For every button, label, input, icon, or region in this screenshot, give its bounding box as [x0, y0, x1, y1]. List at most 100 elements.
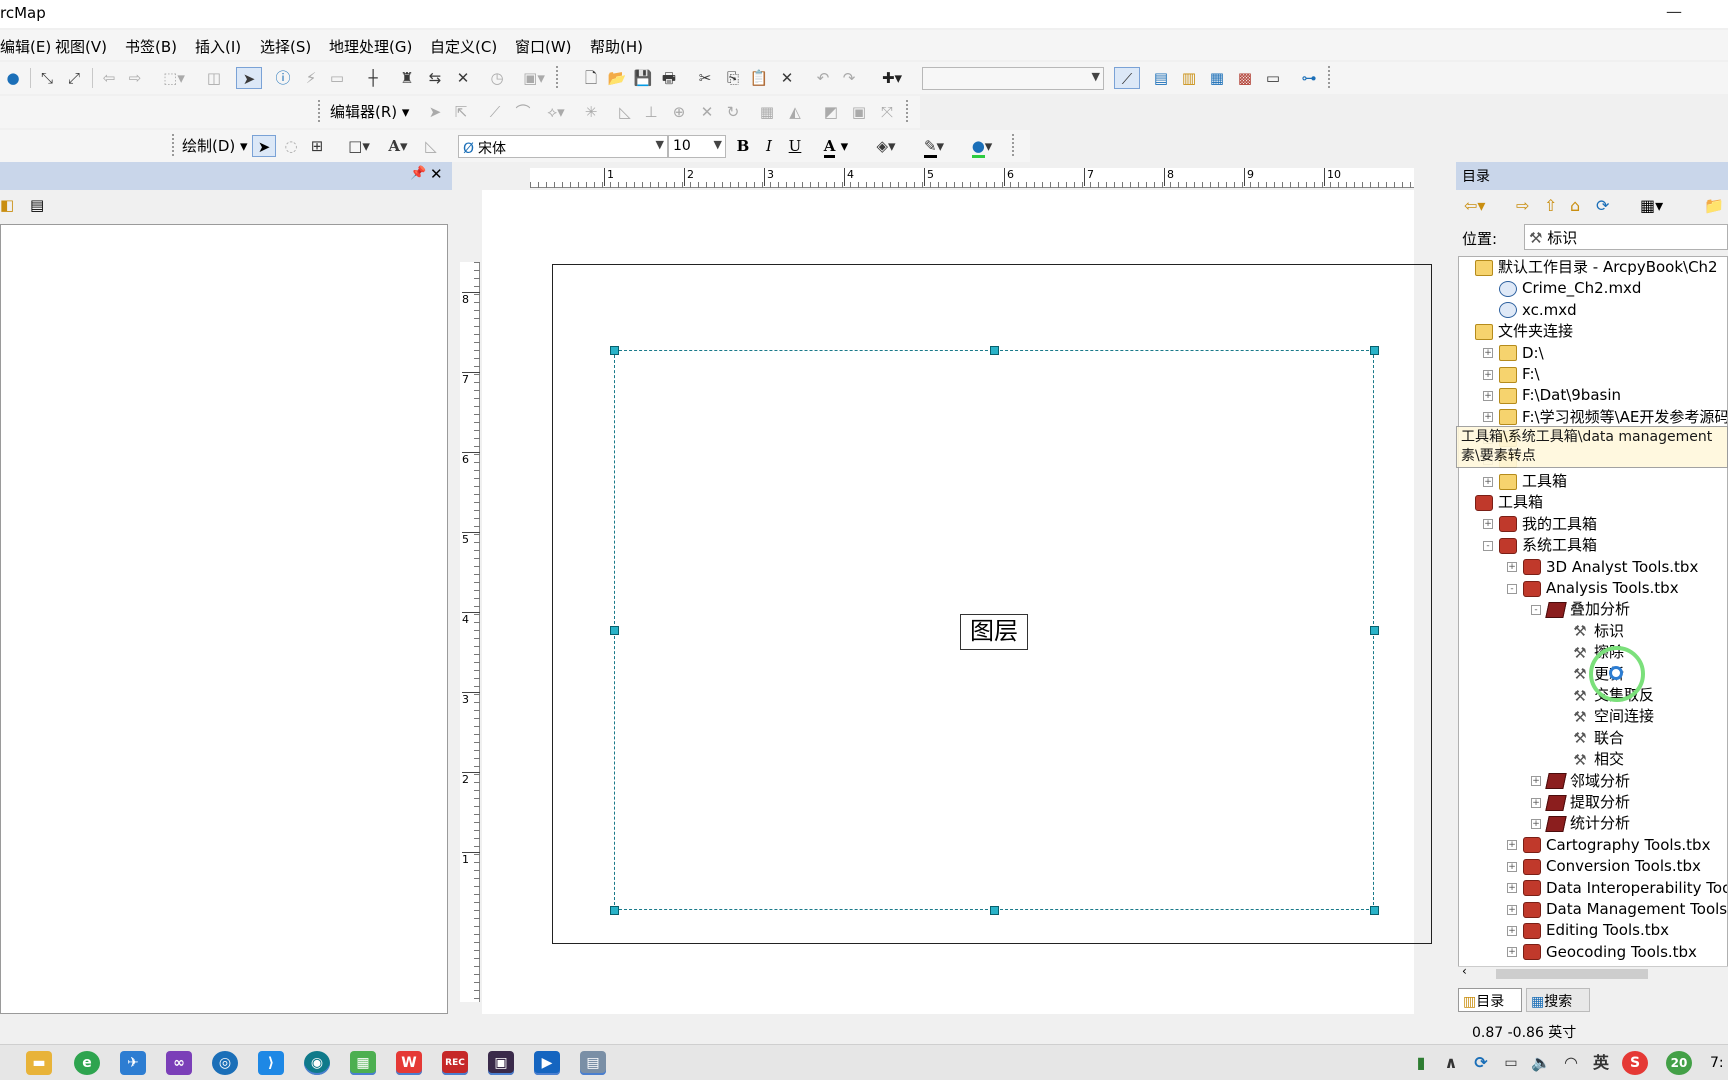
font-size-combo[interactable]: 10 ▼ — [668, 135, 726, 158]
tab-catalog[interactable]: ▥目录 — [1458, 988, 1522, 1012]
text-icon[interactable]: A▾ — [382, 135, 414, 157]
menu-windows[interactable]: 窗口(W) — [515, 36, 572, 57]
model-builder-icon[interactable]: ⊶ — [1298, 67, 1320, 89]
open-icon[interactable]: 📂 — [606, 67, 628, 89]
expand-icon[interactable]: + — [1507, 861, 1517, 872]
time-slider-icon[interactable]: ◷ — [486, 67, 508, 89]
expand-icon[interactable]: + — [1483, 476, 1493, 487]
collapse-icon[interactable]: - — [1507, 583, 1517, 594]
wifi-icon[interactable]: ◠ — [1558, 1051, 1584, 1075]
security-app-icon[interactable]: S — [1622, 1051, 1648, 1075]
tab-search[interactable]: ▦搜索 — [1526, 988, 1590, 1012]
point-icon[interactable]: ✳ — [580, 101, 602, 123]
menu-help[interactable]: 帮助(H) — [590, 36, 643, 57]
catalog-tree-item[interactable]: + 工具箱 — [1483, 471, 1567, 492]
catalog-tree-item[interactable]: 默认工作目录 - ArcpyBook\Ch2 — [1459, 257, 1718, 278]
select-features-icon[interactable]: ⬚▾ — [160, 67, 188, 89]
edit-vertices-icon[interactable]: ◺ — [614, 101, 636, 123]
views-icon[interactable]: ▦▾ — [1640, 196, 1663, 215]
new-document-icon[interactable]: 🗋 — [580, 67, 602, 89]
forward-extent-icon[interactable]: ⇨ — [124, 67, 146, 89]
catalog-tree-item[interactable]: + Data Management Tools.tbx — [1507, 899, 1727, 920]
redo-icon[interactable]: ↷ — [838, 67, 860, 89]
table-of-contents-icon[interactable]: ▤ — [1150, 67, 1172, 89]
catalog-tree-item[interactable]: + Data Interoperability Tools.t — [1507, 878, 1727, 899]
resize-handle[interactable] — [990, 346, 999, 355]
menu-customize[interactable]: 自定义(C) — [430, 36, 497, 57]
menu-view[interactable]: 视图(V) — [55, 36, 107, 57]
python-window-icon[interactable]: ▭ — [1262, 67, 1284, 89]
app-circle-icon[interactable]: ◎ — [212, 1051, 238, 1075]
end-point-arc-icon[interactable]: ⌒ — [512, 101, 534, 123]
expand-icon[interactable]: + — [1507, 925, 1517, 936]
scroll-left-icon[interactable]: ‹ — [1462, 964, 1467, 978]
sync-icon[interactable]: ⟳ — [1468, 1051, 1494, 1075]
catalog-tree[interactable]: 默认工作目录 - ArcpyBook\Ch2 Crime_Ch2.mxd xc.mx… — [1458, 256, 1728, 976]
up-folder-icon[interactable]: ⇧ — [1544, 196, 1557, 215]
copy-icon[interactable]: ⎘ — [722, 67, 744, 89]
catalog-tree-item[interactable]: + Geocoding Tools.tbx — [1507, 942, 1697, 963]
hyperlink-icon[interactable]: ⚡ — [300, 67, 322, 89]
horizontal-scrollbar[interactable]: ‹ — [1458, 964, 1728, 980]
paste-icon[interactable]: 📋 — [748, 67, 770, 89]
menu-selection[interactable]: 选择(S) — [260, 36, 311, 57]
menu-insert[interactable]: 插入(I) — [195, 36, 241, 57]
minimize-button[interactable]: — — [1666, 2, 1682, 21]
resize-handle[interactable] — [610, 906, 619, 915]
clear-selection-icon[interactable]: ◫ — [204, 67, 224, 89]
pin-icon[interactable]: 📌 — [410, 166, 426, 181]
cut-icon[interactable]: ✂ — [694, 67, 716, 89]
catalog-tree-item[interactable]: + 统计分析 — [1531, 813, 1630, 834]
refresh-icon[interactable]: ⟳ — [1596, 196, 1609, 215]
vscode-icon[interactable]: ⟩ — [258, 1051, 284, 1075]
expand-icon[interactable]: + — [1507, 947, 1517, 958]
layout-page[interactable]: 图层 — [482, 190, 1432, 1014]
resize-handle[interactable] — [610, 346, 619, 355]
scroll-thumb[interactable] — [1496, 969, 1648, 979]
rotate-element-icon[interactable]: ◌ — [280, 135, 302, 157]
collapse-icon[interactable]: - — [1531, 604, 1541, 615]
connect-folder-icon[interactable]: 📁 — [1704, 196, 1724, 215]
catalog-tree-item[interactable]: - Analysis Tools.tbx — [1507, 578, 1679, 599]
catalog-tree-item[interactable]: + F:\ — [1483, 364, 1540, 385]
edit-tool-icon[interactable]: ➤ — [424, 101, 446, 123]
battery-icon[interactable]: ▮ — [1408, 1051, 1434, 1075]
expand-icon[interactable]: + — [1507, 840, 1517, 851]
expand-icon[interactable]: + — [1531, 797, 1541, 808]
split-icon[interactable]: ✕ — [696, 101, 718, 123]
sketch-properties-icon[interactable]: ◭ — [784, 101, 806, 123]
expand-icon[interactable]: + — [1483, 519, 1493, 530]
location-field[interactable]: ⚒ 标识 — [1524, 224, 1728, 250]
zoom-to-selected-icon[interactable]: ⊞ — [306, 135, 328, 157]
catalog-tree-item[interactable]: ⚒ 联合 — [1555, 728, 1624, 749]
edit-vertices-draw-icon[interactable]: ◺ — [420, 135, 442, 157]
list-by-source-icon[interactable]: ◧ — [0, 196, 14, 214]
rectangle-icon[interactable]: □▾ — [342, 135, 376, 157]
select-elements-icon[interactable]: ➤ — [236, 67, 262, 89]
catalog-tree-item[interactable]: + 邻域分析 — [1531, 771, 1630, 792]
expand-icon[interactable]: + — [1531, 776, 1541, 787]
expand-icon[interactable]: + — [1507, 562, 1517, 573]
browser-icon[interactable]: e — [74, 1051, 100, 1075]
bold-button[interactable]: B — [732, 135, 754, 157]
catalog-tree-item[interactable]: + Editing Tools.tbx — [1507, 920, 1669, 941]
menu-bookmarks[interactable]: 书签(B) — [125, 36, 177, 57]
rotate-icon[interactable]: ↻ — [722, 101, 744, 123]
expand-icon[interactable]: + — [1483, 390, 1493, 401]
fit-icon[interactable]: ⤧ — [876, 101, 898, 123]
expand-icon[interactable]: + — [1507, 883, 1517, 894]
expand-icon[interactable]: + — [1531, 818, 1541, 829]
arccatalog-icon[interactable]: ◉ — [304, 1051, 330, 1075]
arcmap-icon[interactable]: ▦ — [350, 1051, 376, 1075]
editor-toolbar-icon[interactable]: ⟋ — [1114, 67, 1140, 89]
search-window-icon[interactable]: ▦ — [1206, 67, 1228, 89]
resize-handle[interactable] — [1370, 346, 1379, 355]
resize-handle[interactable] — [1370, 906, 1379, 915]
catalog-tree-item[interactable]: + 我的工具箱 — [1483, 514, 1597, 535]
create-features-icon[interactable]: ◩ — [820, 101, 842, 123]
underline-button[interactable]: U — [784, 135, 806, 157]
measure-icon[interactable]: ┼ — [362, 67, 384, 89]
menu-edit[interactable]: 编辑(E) — [0, 36, 51, 57]
resize-handle[interactable] — [990, 906, 999, 915]
viewer-window-icon[interactable]: ▣▾ — [520, 67, 548, 89]
